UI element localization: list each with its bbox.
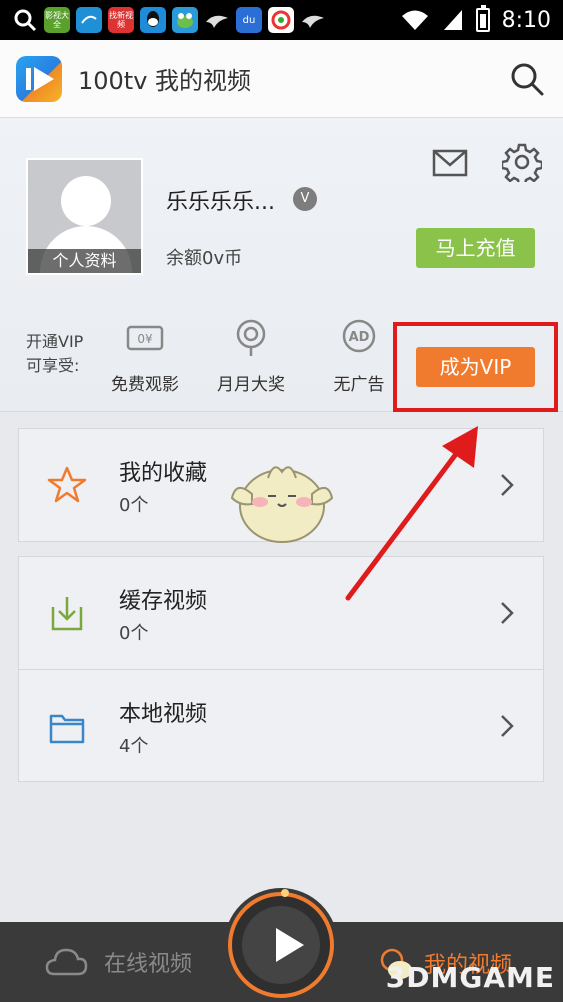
app-icon: [76, 7, 102, 33]
video-app-icon: 影视大全: [44, 7, 70, 33]
perk-no-ads: AD 无广告: [314, 318, 404, 395]
play-icon: [276, 928, 304, 962]
avatar[interactable]: 个人资料: [26, 158, 143, 275]
mascot-icon: [230, 466, 334, 543]
recharge-button[interactable]: 马上充值: [416, 228, 535, 268]
notification-icons: 影视大全 找新视频 du: [12, 7, 326, 33]
download-icon: [51, 597, 83, 631]
status-bar: 影视大全 找新视频 du 8:10: [0, 0, 563, 40]
progress-dot: [281, 889, 289, 897]
vip-intro-line-1: 开通VIP: [26, 332, 84, 351]
profile-link-label[interactable]: 个人资料: [28, 249, 141, 273]
bird-icon: [206, 15, 228, 28]
list-item-title: 我的收藏: [119, 461, 208, 486]
annotation-arrow-icon: [345, 426, 478, 601]
search-icon: [14, 9, 37, 32]
perk-free-movies: 0¥ 免费观影: [100, 318, 190, 395]
qq-icon: [140, 7, 166, 33]
coin-balance: 余额0v币: [166, 248, 243, 269]
list-item-local[interactable]: 本地视频 4个: [19, 669, 543, 781]
ticket-icon: 0¥: [126, 325, 164, 351]
perk-label: 免费观影: [111, 375, 179, 395]
list-item-count: 0个: [119, 623, 149, 644]
list-item-title: 缓存视频: [119, 589, 208, 614]
svg-text:AD: AD: [349, 330, 370, 345]
search-icon[interactable]: [507, 59, 547, 99]
chevron-right-icon: [501, 715, 514, 737]
vip-intro-line-2: 可享受:: [26, 356, 80, 375]
annotation-highlight-box: [393, 322, 558, 412]
list-item-title: 本地视频: [119, 702, 208, 727]
play-button[interactable]: [228, 889, 334, 998]
username: 乐乐乐乐...: [166, 190, 275, 215]
cloud-icon: [45, 948, 88, 976]
tab-label: 在线视频: [104, 952, 193, 977]
bird-icon-2: [302, 15, 324, 28]
mail-icon[interactable]: [432, 148, 468, 178]
battery-icon: [475, 5, 490, 32]
vip-benefits-intro: 开通VIP 可享受:: [26, 330, 83, 378]
folder-icon: [49, 714, 85, 744]
prize-icon: [236, 319, 266, 356]
no-ad-icon: AD: [342, 319, 376, 353]
star-icon: [47, 466, 87, 503]
profile-section: 个人资料 乐乐乐乐... V 余额0v币 马上充值 开通VIP 可享受: 0¥ …: [0, 118, 563, 412]
new-video-app-icon: 找新视频: [108, 7, 134, 33]
page-title: 100tv 我的视频: [78, 67, 252, 95]
wifi-icon: [401, 10, 428, 30]
vip-status-badge: V: [293, 187, 317, 211]
chevron-right-icon: [501, 602, 514, 624]
perk-label: 月月大奖: [217, 375, 285, 395]
perk-monthly-prize: 月月大奖: [206, 318, 296, 395]
list-item-count: 0个: [119, 495, 149, 516]
app-bar: 100tv 我的视频: [0, 40, 563, 118]
avatar-head-shape: [61, 176, 111, 226]
chevron-right-icon: [501, 474, 514, 496]
signal-icon: [443, 10, 462, 30]
tab-online-videos[interactable]: 在线视频: [44, 946, 192, 978]
browser-icon: [268, 7, 294, 33]
baidu-icon: du: [236, 7, 262, 33]
watermark: 3DMGAME: [385, 961, 555, 994]
list-item-count: 4个: [119, 736, 149, 757]
clock: 8:10: [501, 7, 551, 33]
perk-label: 无广告: [333, 375, 385, 395]
svg-text:0¥: 0¥: [137, 332, 153, 346]
gear-icon[interactable]: [502, 142, 542, 182]
frog-icon: [172, 7, 198, 33]
app-logo-icon: [16, 55, 62, 102]
